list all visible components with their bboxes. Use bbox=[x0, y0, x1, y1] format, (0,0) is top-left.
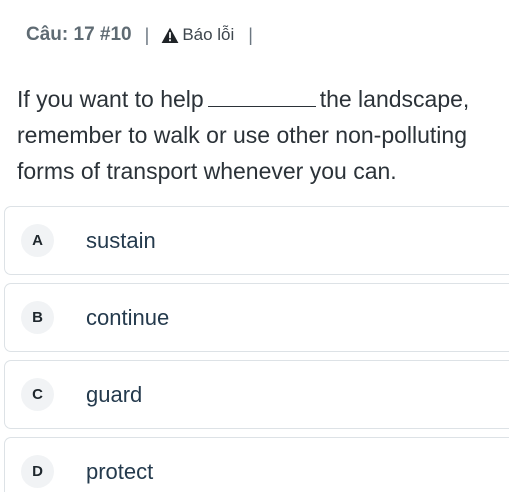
question-text-before: If you want to help bbox=[17, 86, 204, 112]
report-error-label: Báo lỗi bbox=[182, 25, 235, 44]
option-letter-badge: D bbox=[21, 455, 54, 488]
answer-blank bbox=[207, 86, 316, 107]
question-number: Câu: 17 #10 bbox=[26, 24, 132, 45]
option-d[interactable]: D protect bbox=[4, 437, 509, 492]
warning-triangle-icon bbox=[161, 27, 179, 43]
header-separator-end: | bbox=[248, 24, 253, 45]
header-separator: | bbox=[144, 24, 150, 45]
option-text: protect bbox=[86, 458, 154, 484]
option-text: sustain bbox=[86, 227, 156, 253]
question-header: Câu: 17 #10 | Báo lỗi | bbox=[26, 24, 265, 46]
report-error-link[interactable]: Báo lỗi bbox=[161, 25, 234, 45]
answer-options: A sustain B continue C guard D protect bbox=[4, 206, 509, 492]
option-b[interactable]: B continue bbox=[4, 283, 509, 352]
option-letter-badge: B bbox=[21, 301, 54, 334]
quiz-page: Câu: 17 #10 | Báo lỗi | If you want to h… bbox=[0, 0, 509, 492]
question-text: If you want to help the landscape, rememb… bbox=[17, 81, 505, 189]
option-text: guard bbox=[86, 381, 143, 407]
option-text: continue bbox=[86, 304, 170, 330]
option-c[interactable]: C guard bbox=[4, 360, 509, 429]
option-letter-badge: C bbox=[21, 378, 54, 411]
option-letter-badge: A bbox=[21, 224, 54, 257]
option-a[interactable]: A sustain bbox=[4, 206, 509, 275]
